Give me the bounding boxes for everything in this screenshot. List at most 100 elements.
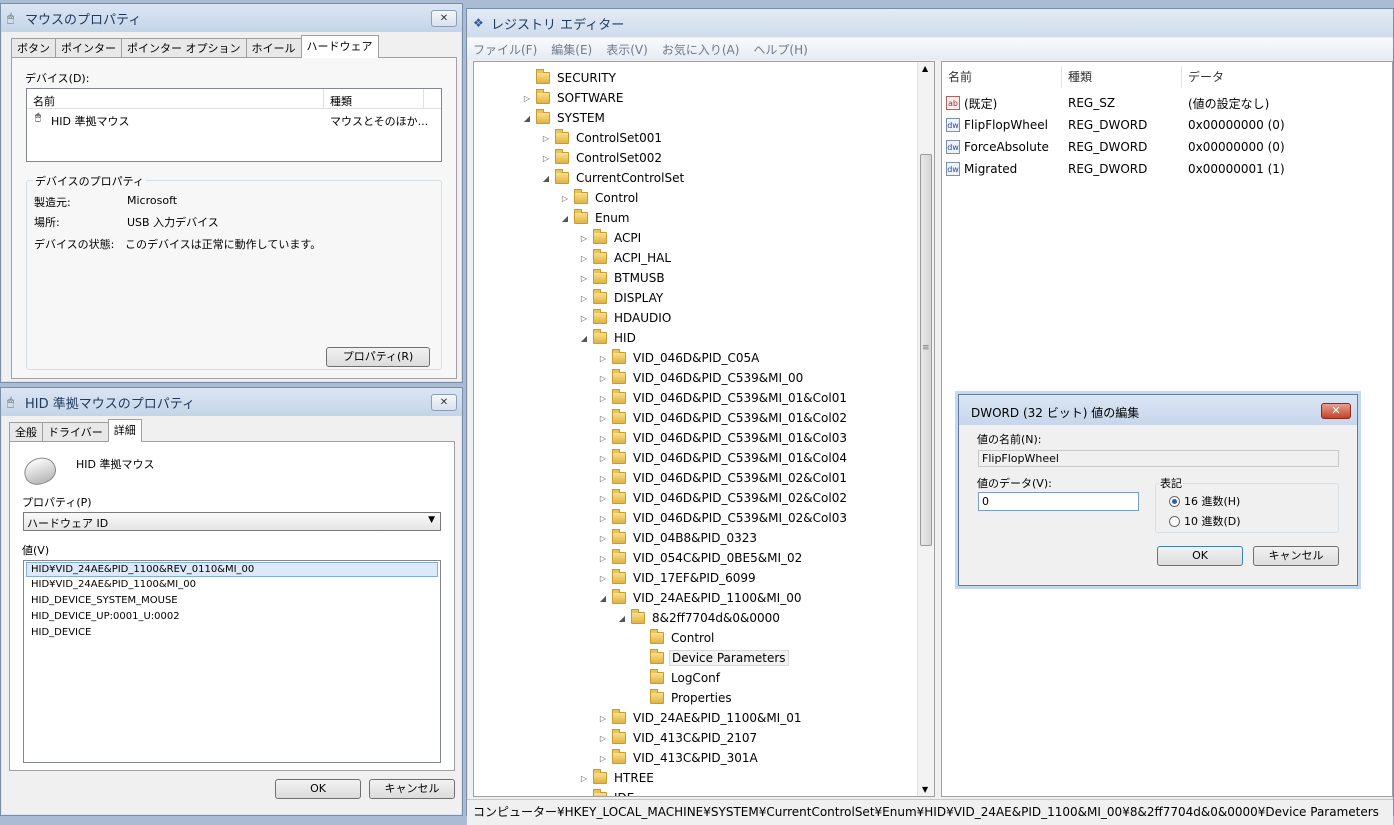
expand-icon[interactable]: ▷ [579, 294, 589, 303]
value-row[interactable]: ab (既定) [946, 92, 997, 114]
expand-icon[interactable]: ▷ [598, 474, 608, 483]
tree-node[interactable]: ▷ VID_046D&PID_C539&MI_01&Col01 [598, 388, 849, 408]
tree-scrollbar[interactable]: ▲ ≡ ▼ [917, 62, 934, 796]
collapse-icon[interactable]: ◢ [617, 614, 627, 623]
menu-favorites[interactable]: お気に入り(A) [662, 41, 740, 58]
tree-node[interactable]: ▷ ACPI [579, 228, 643, 248]
list-item[interactable]: HID_DEVICE_UP:0001_U:0002 [31, 610, 180, 624]
tree-node[interactable]: ▷ VID_413C&PID_2107 [598, 728, 759, 748]
expand-icon[interactable]: ▷ [579, 234, 589, 243]
collapse-icon[interactable]: ◢ [598, 594, 608, 603]
list-item[interactable]: 🖱 HID 準拠マウス マウスとそのほか... [27, 111, 441, 129]
collapse-icon[interactable]: ◢ [560, 214, 570, 223]
close-button[interactable]: ✕ [431, 10, 457, 27]
device-list[interactable]: 名前 種類 🖱 HID 準拠マウス マウスとそのほか... [26, 88, 442, 162]
tree-node[interactable]: ▷ ControlSet001 [541, 128, 664, 148]
close-button[interactable]: ✕ [431, 394, 457, 411]
expand-icon[interactable]: ▷ [579, 254, 589, 263]
expand-icon[interactable]: ▷ [598, 554, 608, 563]
expand-icon[interactable]: ▷ [560, 194, 570, 203]
expand-icon[interactable]: ▷ [598, 454, 608, 463]
tree-node[interactable]: ▷ VID_046D&PID_C539&MI_01&Col02 [598, 408, 849, 428]
list-item[interactable]: HID_DEVICE [31, 626, 91, 640]
expand-icon[interactable]: ▷ [598, 494, 608, 503]
list-item[interactable]: HID¥VID_24AE&PID_1100&MI_00 [31, 578, 196, 592]
expand-icon[interactable]: ▷ [598, 414, 608, 423]
value-data-field[interactable] [978, 492, 1139, 511]
tree-node[interactable]: ▷ VID_054C&PID_0BE5&MI_02 [598, 548, 804, 568]
expand-icon[interactable]: ▷ [598, 734, 608, 743]
tab-pointers[interactable]: ポインター [55, 38, 122, 58]
value-row[interactable]: dw ForceAbsolute [946, 136, 1049, 158]
menu-view[interactable]: 表示(V) [606, 41, 648, 58]
menu-file[interactable]: ファイル(F) [473, 41, 537, 58]
tree-node[interactable]: ▷ VID_046D&PID_C539&MI_01&Col03 [598, 428, 849, 448]
expand-icon[interactable]: ▷ [598, 714, 608, 723]
collapse-icon[interactable]: ◢ [522, 114, 532, 123]
tree-node[interactable]: ▷ BTMUSB [579, 268, 667, 288]
tree-node[interactable]: ▷ VID_046D&PID_C539&MI_01&Col04 [598, 448, 849, 468]
tree-node[interactable]: ◢ HID [579, 328, 638, 348]
tree-node[interactable]: ◢ VID_24AE&PID_1100&MI_00 [598, 588, 803, 608]
scroll-down-icon[interactable]: ▼ [922, 785, 928, 794]
tree-node[interactable]: ▷ VID_046D&PID_C05A [598, 348, 761, 368]
tree-node[interactable]: ▷ VID_046D&PID_C539&MI_00 [598, 368, 805, 388]
tree-node[interactable]: LogConf [636, 668, 722, 688]
value-row[interactable]: dw Migrated [946, 158, 1017, 180]
tree-node[interactable]: ▷ SOFTWARE [522, 88, 625, 108]
tree-node[interactable]: ◢ CurrentControlSet [541, 168, 686, 188]
value-row[interactable]: dw FlipFlopWheel [946, 114, 1048, 136]
tree-node[interactable]: ▷ DISPLAY [579, 288, 665, 308]
expand-icon[interactable]: ▷ [541, 154, 551, 163]
tree-node[interactable]: SECURITY [522, 68, 618, 88]
expand-icon[interactable]: ▷ [579, 314, 589, 323]
menu-help[interactable]: ヘルプ(H) [753, 41, 807, 58]
expand-icon[interactable]: ▷ [522, 94, 532, 103]
value-list[interactable]: HID¥VID_24AE&PID_1100&REV_0110&MI_00 HID… [23, 560, 441, 763]
expand-icon[interactable]: ▷ [541, 134, 551, 143]
tree-node[interactable]: ◢ 8&2ff7704d&0&0000 [617, 608, 782, 628]
tab-pointer-options[interactable]: ポインター オプション [121, 38, 247, 58]
ok-button[interactable]: OK [1157, 546, 1243, 566]
key-tree[interactable]: ▲ ≡ ▼ SECURITY ▷ SOFTWARE ◢ SYSTEM ▷ ControlSe… [473, 61, 935, 797]
close-button[interactable]: ✕ [1321, 403, 1351, 419]
tree-node[interactable]: Device Parameters [636, 648, 789, 668]
list-item[interactable]: HID¥VID_24AE&PID_1100&REV_0110&MI_00 [26, 562, 438, 577]
expand-icon[interactable]: ▷ [598, 514, 608, 523]
tab-details[interactable]: 詳細 [107, 419, 142, 442]
properties-button[interactable]: プロパティ(R) [326, 347, 430, 367]
expand-icon[interactable]: ▷ [598, 374, 608, 383]
tree-node[interactable]: ▷ HDAUDIO [579, 308, 673, 328]
tree-node[interactable]: Control [636, 628, 716, 648]
tab-wheel[interactable]: ホイール [245, 38, 302, 58]
cancel-button[interactable]: キャンセル [369, 779, 455, 799]
scroll-up-icon[interactable]: ▲ [922, 64, 928, 73]
expand-icon[interactable]: ▷ [598, 574, 608, 583]
tree-node[interactable]: ▷ VID_046D&PID_C539&MI_02&Col03 [598, 508, 849, 528]
expand-icon[interactable]: ▷ [579, 794, 589, 797]
expand-icon[interactable]: ▷ [579, 774, 589, 783]
dec-radio[interactable]: 10 進数(D) [1169, 513, 1241, 529]
expand-icon[interactable]: ▷ [598, 534, 608, 543]
tree-node[interactable]: ▷ VID_413C&PID_301A [598, 748, 760, 768]
hex-radio[interactable]: 16 進数(H) [1169, 493, 1240, 509]
tree-node[interactable]: ▷ VID_04B8&PID_0323 [598, 528, 759, 548]
expand-icon[interactable]: ▷ [598, 394, 608, 403]
tab-hardware[interactable]: ハードウェア [300, 35, 379, 58]
property-dropdown[interactable]: ハードウェア ID ▼ [23, 512, 441, 531]
cancel-button[interactable]: キャンセル [1253, 546, 1339, 566]
list-item[interactable]: HID_DEVICE_SYSTEM_MOUSE [31, 594, 178, 608]
column-name[interactable]: 名前 [942, 66, 1062, 88]
tree-node[interactable]: ▷ VID_24AE&PID_1100&MI_01 [598, 708, 803, 728]
column-name[interactable]: 名前 [33, 93, 55, 109]
menu-edit[interactable]: 編集(E) [551, 41, 592, 58]
expand-icon[interactable]: ▷ [598, 354, 608, 363]
tree-node[interactable]: ◢ SYSTEM [522, 108, 607, 128]
column-type[interactable]: 種類 [330, 93, 352, 109]
tab-buttons[interactable]: ボタン [11, 38, 56, 58]
collapse-icon[interactable]: ◢ [579, 334, 589, 343]
column-type[interactable]: 種類 [1062, 66, 1182, 88]
expand-icon[interactable]: ▷ [598, 754, 608, 763]
tree-node[interactable]: ▷ ACPI_HAL [579, 248, 673, 268]
tree-node[interactable]: ▷ Control [560, 188, 640, 208]
